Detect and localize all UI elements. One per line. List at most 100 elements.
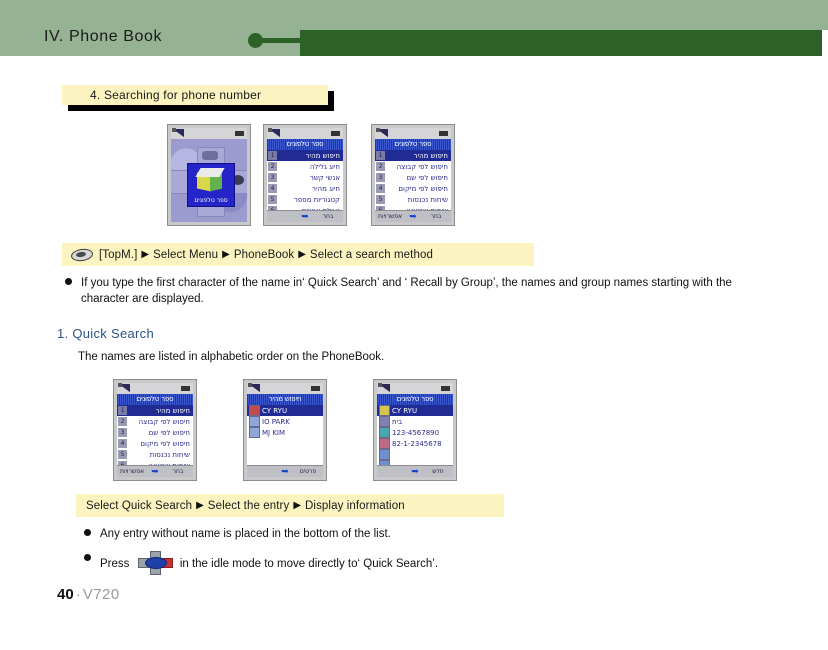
list-item-label: 82-1-2345678 bbox=[392, 439, 442, 448]
list-item[interactable] bbox=[377, 449, 453, 460]
note-text: Any entry without name is placed in the … bbox=[100, 528, 391, 540]
list-item-number: 5 bbox=[118, 450, 127, 459]
bullet-dot-icon bbox=[65, 278, 72, 285]
header-dark-band bbox=[300, 30, 822, 56]
soft-key-left[interactable]: אפשרויות bbox=[375, 213, 405, 220]
status-bar bbox=[247, 383, 323, 394]
list-item[interactable]: 2 חיוג גלילה bbox=[267, 161, 343, 172]
screen-title-bar: ספר טלפונים bbox=[267, 139, 343, 150]
contact-detail-list: CY RYU בית 123-4567890 82-1-2345678 bbox=[377, 405, 453, 471]
soft-key-right[interactable]: בחר bbox=[313, 213, 343, 220]
list-item-label: MJ KIM bbox=[262, 428, 286, 437]
list-item[interactable]: 1 חיפוש מהיר bbox=[375, 150, 451, 161]
center-key-icon[interactable]: ➥ bbox=[405, 211, 421, 222]
signal-icon bbox=[172, 128, 184, 137]
list-item[interactable]: 2 חיפוש לפי קבוצה bbox=[117, 416, 193, 427]
office-number-icon bbox=[379, 449, 390, 460]
list-item-number: 2 bbox=[376, 162, 385, 171]
list-item-label: חיפוש לפי שם bbox=[406, 173, 448, 182]
soft-key-left[interactable]: אפשרויות bbox=[117, 468, 147, 475]
note-text-wrapper: Press in the idle mode to move directly … bbox=[100, 551, 724, 575]
phone-screenshot-name-list: חיפוש מהיר CY RYU IO PARK MJ KIM ➥ פרטים bbox=[243, 379, 327, 481]
menu-tile-selected-phonebook[interactable]: ספר טלפונים bbox=[187, 163, 235, 207]
header-dot-icon bbox=[248, 33, 263, 48]
contact-type-icon bbox=[249, 416, 260, 427]
list-item[interactable]: CY RYU bbox=[377, 405, 453, 416]
battery-icon bbox=[439, 131, 448, 136]
list-item[interactable]: 3 חיפוש לפי שם bbox=[117, 427, 193, 438]
list-item[interactable]: 3 אנשי קשר bbox=[267, 172, 343, 183]
status-bar bbox=[117, 383, 193, 394]
screen-title: ספר טלפונים bbox=[394, 140, 432, 148]
signal-icon bbox=[118, 383, 130, 392]
list-item[interactable]: CY RYU bbox=[247, 405, 323, 416]
step-path-bar-1: [TopM.] ▶ Select Menu ▶ PhoneBook ▶ Sele… bbox=[62, 243, 534, 266]
list-item[interactable]: 3 חיפוש לפי שם bbox=[375, 172, 451, 183]
screen-title-bar: ספר טלפונים bbox=[117, 394, 193, 405]
menu-list: 1 חיפוש מהיר 2 חיפוש לפי קבוצה 3 חיפוש לפי … bbox=[117, 405, 193, 471]
list-item-label: קטגוריות מספר bbox=[293, 195, 340, 204]
phone-screenshot-main-menu: ספר טלפונים bbox=[167, 124, 251, 226]
page-header: IV. Phone Book bbox=[0, 0, 828, 60]
center-key-icon[interactable]: ➥ bbox=[147, 466, 163, 477]
list-item-number: 5 bbox=[268, 195, 277, 204]
battery-icon bbox=[181, 386, 190, 391]
topm-key-icon bbox=[70, 247, 94, 263]
list-item[interactable]: 5 קטגוריות מספר bbox=[267, 194, 343, 205]
soft-key-right[interactable]: בחר bbox=[421, 213, 451, 220]
page-footer: 40 · V720 bbox=[57, 586, 120, 603]
list-item[interactable]: בית bbox=[377, 416, 453, 427]
battery-icon bbox=[311, 386, 320, 391]
center-key-icon[interactable]: ➥ bbox=[407, 466, 423, 477]
soft-key-right[interactable]: בחר bbox=[163, 468, 193, 475]
soft-key-bar: ➥ פרטים bbox=[247, 465, 323, 477]
signal-icon bbox=[376, 128, 388, 137]
screen-title-bar: חיפוש מהיר bbox=[247, 394, 323, 405]
step-label: Select Menu bbox=[153, 248, 219, 261]
subsection-text: The names are listed in alphabetic order… bbox=[78, 351, 385, 363]
list-item[interactable]: 5 שיחות נכנסות bbox=[375, 194, 451, 205]
phone-screenshot-phonebook-menu: ספר טלפונים 1 חיפוש מהיר 2 חיוג גלילה 3 אנש… bbox=[263, 124, 347, 226]
list-item[interactable]: 123-4567890 bbox=[377, 427, 453, 438]
list-item-number: 5 bbox=[376, 195, 385, 204]
step-arrow-icon: ▶ bbox=[141, 249, 150, 260]
menu-list: 1 חיפוש מהיר 2 חיוג גלילה 3 אנשי קשר 4 חיוג … bbox=[267, 150, 343, 216]
step-arrow-icon: ▶ bbox=[222, 249, 230, 260]
center-key-icon[interactable]: ➥ bbox=[297, 211, 313, 222]
list-item[interactable]: 1 חיפוש מהיר bbox=[117, 405, 193, 416]
menu-grid: ספר טלפונים bbox=[171, 139, 247, 222]
soft-key-right[interactable]: חדש bbox=[423, 468, 453, 475]
list-item[interactable]: 4 חיפוש לפי מיקום bbox=[117, 438, 193, 449]
list-item[interactable]: 5 שיחות נכנסות bbox=[117, 449, 193, 460]
list-item-number: 2 bbox=[118, 417, 127, 426]
menu-tile-glyph-a bbox=[202, 151, 218, 160]
list-item[interactable]: 1 חיפוש מהיר bbox=[267, 150, 343, 161]
soft-key-bar: אפשרויות ➥ בחר bbox=[375, 210, 451, 222]
list-item[interactable]: MJ KIM bbox=[247, 427, 323, 438]
status-bar bbox=[267, 128, 343, 139]
bullet-dot-icon bbox=[84, 554, 91, 561]
header-light-band bbox=[0, 0, 828, 30]
list-item[interactable]: IO PARK bbox=[247, 416, 323, 427]
status-bar bbox=[375, 128, 451, 139]
list-item[interactable]: 82-1-2345678 bbox=[377, 438, 453, 449]
signal-icon bbox=[248, 383, 260, 392]
list-item-label: שיחות נכנסות bbox=[407, 195, 448, 204]
list-item-number: 2 bbox=[268, 162, 277, 171]
list-item-number: 3 bbox=[118, 428, 127, 437]
list-item-number: 1 bbox=[376, 151, 385, 160]
phonebook-cube-icon bbox=[195, 168, 225, 192]
group-icon bbox=[379, 416, 390, 427]
step-label: Select Quick Search bbox=[86, 499, 193, 512]
list-item[interactable]: 4 חיפוש לפי מיקום bbox=[375, 183, 451, 194]
center-key-icon[interactable]: ➥ bbox=[277, 466, 293, 477]
footer-separator: · bbox=[75, 586, 81, 603]
list-item[interactable]: 4 חיוג מהיר bbox=[267, 183, 343, 194]
screen-title-bar: ספר טלפונים bbox=[377, 394, 453, 405]
list-item[interactable]: 2 חיפוש לפי קבוצה bbox=[375, 161, 451, 172]
note-text-before: Press bbox=[100, 558, 130, 570]
list-item-label: 123-4567890 bbox=[392, 428, 440, 437]
note-text-after: in the idle mode to move directly to‘ Qu… bbox=[179, 558, 439, 570]
subsection-heading: 1. Quick Search bbox=[57, 326, 154, 341]
soft-key-right[interactable]: פרטים bbox=[293, 468, 323, 475]
